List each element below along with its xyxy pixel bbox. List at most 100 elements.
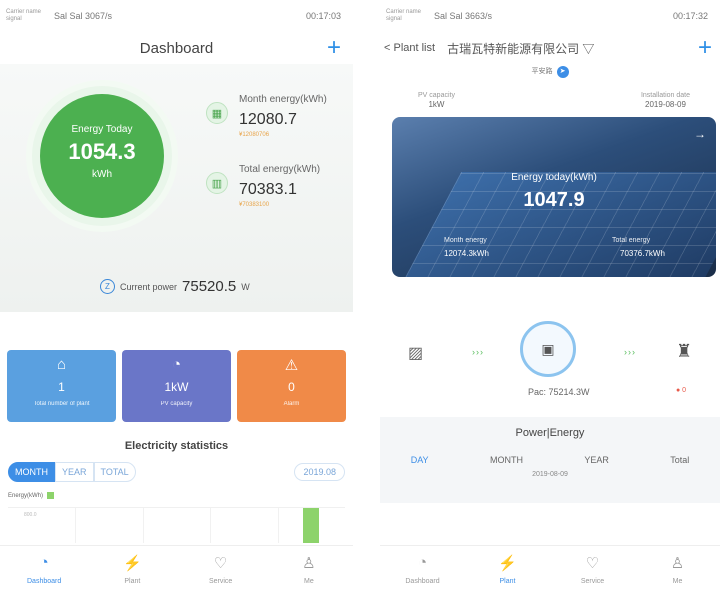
banner-energy-value: 1047.9 [523, 189, 585, 211]
tab-service-right[interactable]: ♡ Service [550, 546, 635, 591]
add-button-right[interactable]: + [698, 34, 712, 62]
dashboard-icon: ◔ [417, 554, 428, 571]
capacity-meta: PV capacity 1kW [418, 92, 455, 109]
alarm-count: 0 [288, 380, 295, 394]
gauge-icon: ◔ [171, 356, 182, 373]
tab-plant[interactable]: ⚡ Plant [88, 546, 176, 591]
tab-service-label: Service [208, 578, 233, 585]
location-icon[interactable]: ➤ [556, 66, 569, 78]
tab-me-right[interactable]: ♙ Me [635, 546, 720, 591]
plant-name-dropdown[interactable]: 古瑞瓦特新能源有限公司 ▽ [447, 40, 594, 57]
current-power-unit: W [241, 281, 250, 292]
current-power: Z Current power 75520.5 W [100, 278, 250, 295]
capacity-meta-label: PV capacity [418, 92, 455, 99]
tab-day[interactable]: DAY [411, 455, 429, 465]
energy-today-label: Energy Today [71, 124, 133, 135]
tab-me[interactable]: ♙ Me [265, 546, 353, 591]
banner-month-value: 12074.3kWh [444, 249, 489, 258]
banner-month-label: Month energy [444, 237, 487, 244]
tab-total-right[interactable]: Total [670, 455, 689, 465]
capacity-label: PV capacity [160, 401, 193, 407]
legend-swatch [47, 492, 55, 499]
alarm-card[interactable]: ⚠ 0 Alarm [237, 350, 346, 422]
stats-title: Electricity statistics [124, 440, 229, 452]
energy-today-circle[interactable]: Energy Today 1054.3 kWh [40, 94, 164, 218]
install-meta: Installation date 2019-08-09 [641, 92, 690, 109]
status-right-2: 00:17:32 [672, 11, 708, 21]
capacity-meta-value: 1kW [428, 100, 445, 109]
dashboard-icon: ◔ [39, 554, 49, 571]
tab-year-right[interactable]: YEAR [584, 455, 609, 465]
power-icon: Z [100, 279, 115, 294]
chart-gridline [277, 508, 279, 543]
tab-total[interactable]: TOTAL [93, 462, 136, 482]
alarm-label: Alarm [283, 401, 300, 407]
legend-label: Energy(kWh) [8, 492, 44, 499]
tab-dashboard[interactable]: ◔ Dashboard [0, 546, 88, 591]
energy-today-unit: kWh [92, 169, 112, 180]
flow-dots-right: ››› [624, 347, 636, 357]
tab-plant-right[interactable]: ⚡ Plant [465, 546, 550, 591]
total-energy-value: 70383.1 [239, 181, 297, 198]
chart-gridline [210, 508, 212, 543]
power-energy-panel: Power|Energy DAY MONTH YEAR Total 2019-0… [380, 417, 720, 503]
tab-me-label-right: Me [672, 578, 683, 585]
carrier-text: Carrier name signal [6, 9, 42, 22]
tab-service[interactable]: ♡ Service [177, 546, 265, 591]
banner-energy-label: Energy today(kWh) [511, 172, 597, 183]
plant-banner[interactable]: → Energy today(kWh) 1047.9 Month energy … [392, 117, 716, 277]
me-icon: ♙ [302, 555, 316, 572]
install-meta-value: 2019-08-09 [645, 100, 686, 109]
tab-bar: ◔ Dashboard ⚡ Plant ♡ Service ♙ Me [0, 545, 353, 591]
summary-cards: ⌂ 1 Total number of plant ◔ 1kW PV capac… [0, 350, 353, 422]
tab-bar-right: ◔ Dashboard ⚡ Plant ♡ Service ♙ Me [380, 545, 720, 591]
me-icon: ♙ [670, 555, 685, 572]
tab-month[interactable]: MONTH [8, 462, 55, 482]
back-button[interactable]: < Plant list [384, 42, 435, 54]
inverter-button[interactable]: ▣ [520, 321, 576, 377]
dashboard-header: Dashboard + [0, 32, 353, 64]
tab-plant-label-right: Plant [499, 578, 516, 585]
dashboard-screen: Carrier name signal Sal Sal 3067/s 00:17… [0, 0, 353, 591]
home-icon: ⌂ [56, 356, 67, 373]
tab-service-label-right: Service [580, 578, 605, 585]
tab-dashboard-label-right: Dashboard [405, 578, 440, 585]
banner-total-label: Total energy [612, 237, 651, 244]
page-title: Dashboard [139, 39, 214, 57]
status-right: 00:17:03 [305, 11, 341, 21]
add-button[interactable]: + [327, 34, 341, 62]
plants-count: 1 [58, 380, 65, 394]
total-energy-stat: ▥ Total energy(kWh) 70383.1 ¥70383100 [206, 164, 351, 208]
y-tick: 800.0 [24, 512, 37, 518]
plants-label: Total number of plant [33, 401, 90, 407]
month-energy-value: 12080.7 [239, 111, 297, 128]
energy-flow: ▨ ››› ▣ ››› ♜ Pac: 75214.3W ● 0 [380, 303, 720, 403]
plants-card[interactable]: ⌂ 1 Total number of plant [7, 350, 116, 422]
chart-bar[interactable] [303, 508, 320, 543]
total-energy-label: Total energy(kWh) [239, 164, 321, 175]
alarm-badge[interactable]: ● 0 [676, 387, 686, 394]
plant-location: 平安路 ➤ [380, 66, 720, 78]
tab-month-right[interactable]: MONTH [490, 455, 523, 465]
status-bar: Carrier name signal Sal Sal 3067/s 00:17… [0, 0, 353, 32]
building-icon: ▥ [206, 172, 228, 194]
month-energy-stat: ▦ Month energy(kWh) 12080.7 ¥12080706 [206, 94, 351, 138]
service-icon: ♡ [213, 555, 228, 572]
current-power-value: 75520.5 [182, 278, 237, 295]
plant-icon: ⚡ [123, 555, 142, 572]
tab-dashboard-right[interactable]: ◔ Dashboard [380, 546, 465, 591]
install-meta-label: Installation date [640, 92, 690, 99]
grid-tower-icon: ♜ [676, 341, 693, 361]
chart-gridline [142, 508, 144, 543]
tab-year[interactable]: YEAR [55, 462, 94, 482]
capacity-card[interactable]: ◔ 1kW PV capacity [122, 350, 231, 422]
arrow-right-icon[interactable]: → [694, 127, 706, 141]
tab-dashboard-label: Dashboard [27, 578, 62, 585]
power-energy-date[interactable]: 2019-08-09 [380, 471, 720, 478]
calendar-icon: ▦ [206, 102, 228, 124]
date-picker[interactable]: 2019.08 [294, 463, 345, 481]
solar-panel-icon: ▨ [408, 345, 424, 362]
tab-plant-label: Plant [124, 578, 141, 585]
network-text-right: Sal Sal 3663/s [434, 11, 493, 21]
solar-panels-image [402, 172, 716, 277]
